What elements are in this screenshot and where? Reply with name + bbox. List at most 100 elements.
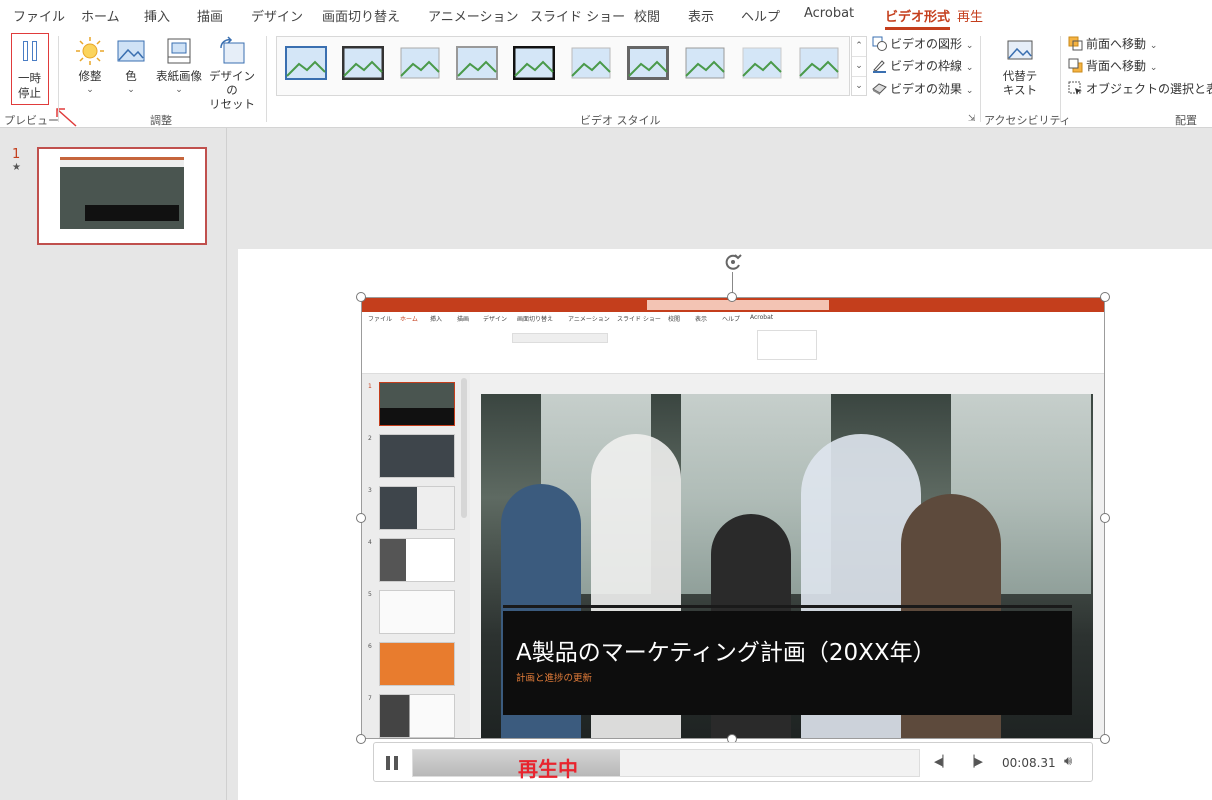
- tab-file[interactable]: ファイル: [13, 6, 65, 25]
- chevron-down-icon: ⌄: [965, 41, 974, 51]
- group-divider: [1060, 36, 1061, 122]
- video-inner-scrollbar: [461, 378, 467, 518]
- rotate-handle-icon[interactable]: [723, 252, 743, 272]
- media-player-bar: 再生中 ◀▏ ▕▶ 00:08.31 🔊︎: [373, 742, 1093, 782]
- video-shape-button[interactable]: ビデオの図形 ⌄: [872, 34, 973, 54]
- alt-text-label-line2: キスト: [1002, 83, 1038, 97]
- poster-frame-button[interactable]: 表紙画像 ⌄: [152, 36, 206, 97]
- gallery-scroll[interactable]: ⌃ ⌄ ⌄: [851, 36, 867, 96]
- video-object[interactable]: ファイル ホーム 挿入 描画 デザイン 画面切り替え アニメーション スライド …: [361, 297, 1105, 739]
- video-style-thumbnail[interactable]: [285, 46, 327, 80]
- video-style-thumbnail[interactable]: [798, 46, 840, 80]
- video-inner-tabs: ファイル ホーム 挿入 描画 デザイン 画面切り替え アニメーション スライド …: [362, 312, 1104, 324]
- alt-text-icon: [1007, 40, 1033, 60]
- video-inner-search: [647, 300, 829, 310]
- video-border-button[interactable]: ビデオの枠線 ⌄: [872, 56, 973, 76]
- pause-label-line2: 停止: [18, 86, 41, 100]
- video-style-thumbnail[interactable]: [627, 46, 669, 80]
- video-inner-tab: ファイル: [368, 316, 393, 323]
- corrections-button[interactable]: 修整 ⌄: [72, 36, 108, 97]
- video-style-thumbnail[interactable]: [684, 46, 726, 80]
- video-style-thumbnail[interactable]: [399, 46, 441, 80]
- video-inner-thumb: [379, 694, 455, 738]
- video-inner-tab: 表示: [695, 316, 708, 323]
- reset-design-button[interactable]: デザインの リセット: [207, 36, 257, 111]
- video-inner-thumb-number: 1: [368, 383, 372, 390]
- tab-draw[interactable]: 描画: [197, 6, 223, 25]
- resize-handle[interactable]: [1100, 734, 1110, 744]
- slide-thumbnail-pane: 1 ★: [0, 128, 227, 800]
- tab-view[interactable]: 表示: [688, 6, 714, 25]
- video-style-thumbnail[interactable]: [342, 46, 384, 80]
- step-back-icon[interactable]: ◀▏: [934, 755, 951, 768]
- progress-track[interactable]: 再生中: [412, 749, 920, 781]
- slide-number: 1: [12, 147, 21, 162]
- dialog-launcher-icon[interactable]: ⇲: [968, 114, 976, 124]
- video-inner-thumb-number: 3: [368, 487, 372, 494]
- pause-icon: [22, 41, 38, 61]
- video-inner-tab: 校閲: [668, 316, 681, 323]
- effects-icon: [872, 83, 887, 95]
- star-icon: ★: [12, 162, 21, 173]
- tab-review[interactable]: 校閲: [634, 6, 660, 25]
- chevron-down-icon: ⌄: [965, 86, 974, 96]
- reset-design-label-line2: リセット: [209, 97, 255, 111]
- tab-slideshow[interactable]: スライド ショー: [530, 6, 625, 25]
- video-style-thumbnail[interactable]: [513, 46, 555, 80]
- chevron-down-icon[interactable]: ⌄: [852, 57, 866, 77]
- ribbon: 一時 停止 プレビュー 修整 ⌄ 色 ⌄ 表紙画像 ⌄ デザインの リセット 調…: [0, 32, 1212, 128]
- video-inner-thumb-number: 4: [368, 539, 372, 546]
- bring-forward-button[interactable]: 前面へ移動 ⌄: [1068, 34, 1157, 54]
- color-button[interactable]: 色 ⌄: [113, 36, 149, 97]
- shapes-icon: [872, 36, 887, 51]
- alt-text-button[interactable]: 代替テ キスト: [998, 36, 1042, 97]
- video-subtitle: 計画と進捗の更新: [516, 673, 593, 684]
- tab-playback[interactable]: 再生: [957, 6, 983, 25]
- resize-handle[interactable]: [356, 292, 366, 302]
- tab-home[interactable]: ホーム: [81, 6, 120, 25]
- sun-icon: [76, 37, 104, 65]
- step-forward-icon[interactable]: ▕▶: [966, 755, 983, 768]
- video-inner-tab: 挿入: [430, 316, 443, 323]
- video-inner-thumb-number: 7: [368, 695, 372, 702]
- resize-handle[interactable]: [1100, 513, 1110, 523]
- pause-icon[interactable]: [382, 753, 402, 773]
- video-inner-thumb: [379, 590, 455, 634]
- tab-transitions[interactable]: 画面切り替え: [322, 6, 400, 25]
- chevron-down-icon: ⌄: [127, 85, 135, 95]
- bring-forward-icon: [1068, 36, 1083, 51]
- tab-acrobat[interactable]: Acrobat: [804, 6, 854, 21]
- group-label-video-styles: ビデオ スタイル: [580, 114, 661, 127]
- video-inner-thumb: [379, 382, 455, 426]
- tab-help[interactable]: ヘルプ: [741, 6, 780, 25]
- chevron-up-icon[interactable]: ⌃: [852, 37, 866, 57]
- resize-handle[interactable]: [1100, 292, 1110, 302]
- tab-animations[interactable]: アニメーション: [428, 6, 518, 25]
- pause-button[interactable]: 一時 停止: [11, 33, 49, 105]
- send-backward-button[interactable]: 背面へ移動 ⌄: [1068, 56, 1157, 76]
- gallery-expand-icon[interactable]: ⌄: [852, 77, 866, 97]
- video-shape-label: ビデオの図形: [890, 37, 963, 51]
- tab-design[interactable]: デザイン: [251, 6, 303, 25]
- video-title-box: A製品のマーケティング計画（20XX年） 計画と進捗の更新: [503, 605, 1072, 715]
- video-inner-tab: ヘルプ: [722, 316, 741, 323]
- tab-insert[interactable]: 挿入: [144, 6, 170, 25]
- selection-pane-button[interactable]: オブジェクトの選択と表示: [1068, 79, 1212, 99]
- video-style-thumbnail[interactable]: [570, 46, 612, 80]
- reset-design-icon: [220, 36, 245, 64]
- reset-design-label-line1: デザインの: [209, 69, 255, 97]
- slide-thumbnail-title-bar: [85, 205, 179, 221]
- ribbon-tab-bar: ファイル ホーム 挿入 描画 デザイン 画面切り替え アニメーション スライド …: [0, 0, 1212, 32]
- color-label: 色: [125, 69, 137, 83]
- group-label-preview: プレビュー: [4, 114, 59, 127]
- tab-video-format[interactable]: ビデオ形式: [885, 6, 951, 30]
- slide-thumbnail[interactable]: [37, 147, 207, 245]
- resize-handle[interactable]: [356, 513, 366, 523]
- resize-handle[interactable]: [356, 734, 366, 744]
- video-style-thumbnail[interactable]: [456, 46, 498, 80]
- resize-handle[interactable]: [727, 292, 737, 302]
- volume-icon[interactable]: 🔊︎: [1064, 754, 1072, 769]
- video-effects-button[interactable]: ビデオの効果 ⌄: [872, 79, 973, 99]
- video-effects-label: ビデオの効果: [890, 82, 963, 96]
- video-style-thumbnail[interactable]: [741, 46, 783, 80]
